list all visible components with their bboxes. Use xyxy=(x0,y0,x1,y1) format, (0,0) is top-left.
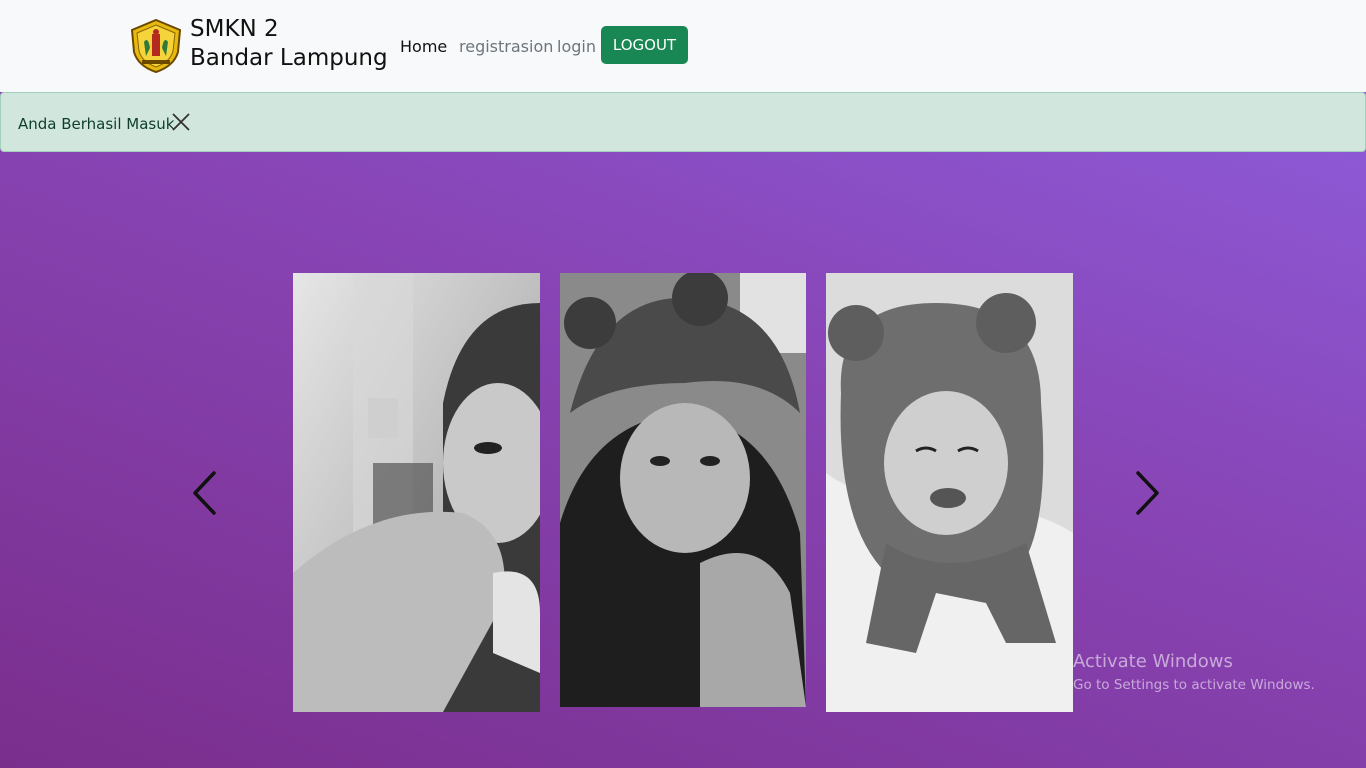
carousel-photo-1[interactable] xyxy=(293,273,540,712)
alert-message: Anda Berhasil Masuk xyxy=(18,115,175,133)
nav-link-registrasion[interactable]: registrasion xyxy=(459,37,553,56)
carousel-photo-2[interactable] xyxy=(560,273,806,707)
success-alert: Anda Berhasil Masuk xyxy=(0,92,1366,152)
carousel-photo-3[interactable] xyxy=(826,273,1073,712)
windows-activation-watermark: Activate Windows Go to Settings to activ… xyxy=(1073,651,1315,695)
nav-link-login[interactable]: login xyxy=(557,37,596,56)
nav-link-home[interactable]: Home xyxy=(400,37,447,56)
navbar: SMKN 2 Bandar Lampung Home registrasion … xyxy=(0,0,1366,92)
brand-line-1: SMKN 2 xyxy=(190,16,279,42)
close-icon[interactable] xyxy=(171,112,191,132)
logout-button[interactable]: LOGOUT xyxy=(601,26,688,64)
chevron-right-icon[interactable] xyxy=(1132,470,1162,516)
brand-line-2: Bandar Lampung xyxy=(190,45,388,71)
brand-title[interactable]: SMKN 2 Bandar Lampung xyxy=(190,15,388,73)
watermark-subtitle: Go to Settings to activate Windows. xyxy=(1073,677,1315,693)
watermark-title: Activate Windows xyxy=(1073,651,1233,672)
chevron-left-icon[interactable] xyxy=(190,470,220,516)
school-logo-icon[interactable] xyxy=(128,18,184,74)
